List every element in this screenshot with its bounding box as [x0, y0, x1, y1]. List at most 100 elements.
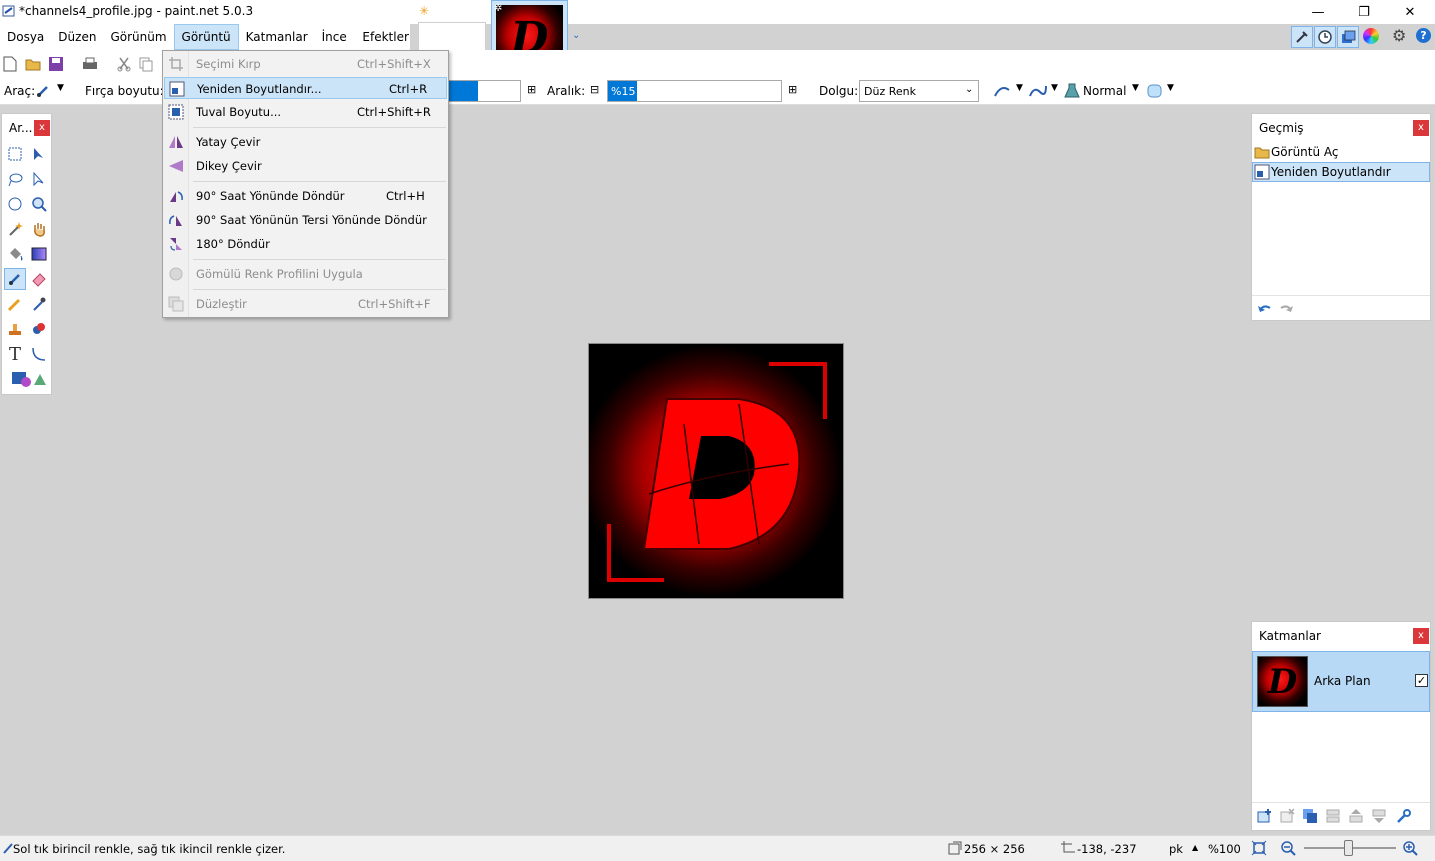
layer-row[interactable]: D Arka Plan ✓: [1252, 651, 1430, 712]
move-selection-tool-icon[interactable]: [28, 168, 50, 190]
copy-icon[interactable]: [138, 56, 154, 72]
close-button[interactable]: ✕: [1387, 0, 1433, 24]
zoom-slider-thumb[interactable]: [1344, 840, 1353, 856]
menu-item-flip-vertical[interactable]: Dikey Çevir: [164, 155, 447, 177]
help-icon[interactable]: ?: [1416, 28, 1431, 43]
move-layer-up-icon[interactable]: [1348, 808, 1364, 824]
menu-item-flip-horizontal[interactable]: Yatay Çevir: [164, 131, 447, 153]
ellipse-select-tool-icon[interactable]: [4, 193, 26, 215]
crop-icon: [169, 57, 183, 71]
spacing-decrease-icon[interactable]: ⊟: [590, 83, 599, 96]
menu-dosya[interactable]: Dosya: [0, 24, 51, 50]
history-toggle-icon[interactable]: [1314, 26, 1336, 48]
blend-mode-icon[interactable]: [1064, 82, 1080, 100]
maximize-button[interactable]: ❐: [1341, 0, 1387, 24]
tool-chevron-icon[interactable]: ▼: [57, 83, 64, 93]
gradient-tool-icon[interactable]: [28, 243, 50, 265]
menu-ince-ayar[interactable]: İnce Ayar: [315, 24, 356, 70]
menu-item-rotate-180[interactable]: 180° Döndür: [164, 233, 447, 255]
lasso-select-tool-icon[interactable]: [4, 168, 26, 190]
clone-stamp-tool-icon[interactable]: [4, 318, 26, 340]
add-layer-icon[interactable]: [1256, 808, 1272, 824]
settings-gear-icon[interactable]: ⚙: [1392, 26, 1406, 45]
pencil-tool-icon[interactable]: [4, 293, 26, 315]
menu-item-canvas-size[interactable]: Tuval Boyutu... Ctrl+Shift+R: [164, 101, 447, 123]
history-item[interactable]: Görüntü Aç: [1252, 142, 1430, 162]
menu-goruntu[interactable]: Görüntü: [173, 24, 239, 50]
magic-wand-tool-icon[interactable]: [4, 218, 26, 240]
blend-chevron-icon[interactable]: ▼: [1132, 83, 1139, 93]
merge-layer-down-icon[interactable]: [1325, 808, 1341, 824]
new-file-icon[interactable]: [3, 56, 17, 72]
selection-mode-chevron-icon[interactable]: ▼: [1167, 83, 1174, 93]
layers-panel-close-button[interactable]: x: [1413, 628, 1429, 644]
menu-katmanlar[interactable]: Katmanlar: [239, 24, 315, 50]
paintbrush-tool-icon[interactable]: [4, 268, 26, 290]
rectangle-select-tool-icon[interactable]: [4, 143, 26, 165]
shapes-tool-icon[interactable]: [8, 368, 48, 390]
zoom-value[interactable]: %100: [1208, 842, 1241, 856]
zoom-tool-icon[interactable]: [28, 193, 50, 215]
paint-bucket-tool-icon[interactable]: [4, 243, 26, 265]
undo-icon[interactable]: [1256, 302, 1272, 316]
tab-list-chevron-icon[interactable]: ⌄: [572, 30, 580, 41]
minimize-button[interactable]: —: [1295, 0, 1341, 24]
unit-chevron-icon[interactable]: ▲: [1192, 843, 1198, 852]
unit-selector[interactable]: pk: [1169, 842, 1183, 856]
menu-item-crop-to-selection[interactable]: Seçimi Kırp Ctrl+Shift+X: [164, 53, 447, 75]
spacing-slider[interactable]: %15: [607, 80, 782, 102]
pan-tool-icon[interactable]: [28, 218, 50, 240]
eraser-tool-icon[interactable]: [28, 268, 50, 290]
antialiasing-chevron-icon[interactable]: ▼: [1016, 83, 1023, 93]
recolor-tool-icon[interactable]: [28, 318, 50, 340]
cut-icon[interactable]: [116, 56, 132, 72]
layers-toggle-icon[interactable]: [1337, 26, 1359, 48]
menu-item-flatten[interactable]: Düzleştir Ctrl+Shift+F: [164, 293, 447, 315]
spacing-increase-icon[interactable]: ⊞: [788, 83, 797, 96]
fill-chevron-icon: ⌄: [965, 84, 974, 95]
fill-select[interactable]: Düz Renk ⌄: [859, 80, 979, 102]
colors-toggle-icon[interactable]: [1363, 28, 1379, 44]
menu-efektler[interactable]: Efektler: [355, 24, 416, 50]
tools-toggle-icon[interactable]: [1291, 26, 1313, 48]
redo-icon[interactable]: [1279, 302, 1295, 316]
menu-item-rotate-cw[interactable]: 90° Saat Yönünde Döndür Ctrl+H: [164, 185, 447, 207]
zoom-out-icon[interactable]: [1280, 840, 1296, 856]
window-title: *channels4_profile.jpg - paint.net 5.0.3: [19, 4, 254, 18]
history-item-selected[interactable]: Yeniden Boyutlandır: [1252, 162, 1430, 182]
canvas-image[interactable]: [588, 343, 844, 599]
menu-gorunum[interactable]: Görünüm: [103, 24, 173, 50]
blend-mode-value[interactable]: Normal: [1083, 84, 1126, 98]
line-curve-tool-icon[interactable]: [28, 343, 50, 365]
menu-item-shortcut: Ctrl+H: [386, 189, 425, 203]
antialiasing-icon[interactable]: [993, 82, 1013, 100]
color-picker-tool-icon[interactable]: [28, 293, 50, 315]
zoom-in-icon[interactable]: [1402, 840, 1418, 856]
layer-properties-icon[interactable]: [1395, 808, 1411, 824]
delete-layer-icon[interactable]: [1279, 808, 1295, 824]
menu-duzen[interactable]: Düzen: [51, 24, 103, 50]
print-icon[interactable]: [82, 56, 98, 72]
duplicate-layer-icon[interactable]: [1302, 808, 1318, 824]
tools-panel-close-button[interactable]: x: [34, 120, 50, 136]
alpha-chevron-icon[interactable]: ▼: [1051, 83, 1058, 93]
layer-visibility-checkbox[interactable]: ✓: [1415, 674, 1428, 687]
zoom-to-window-icon[interactable]: [1251, 840, 1267, 856]
menu-item-label: Tuval Boyutu...: [196, 105, 282, 119]
move-selected-tool-icon[interactable]: [28, 143, 50, 165]
paintbrush-icon[interactable]: [35, 83, 53, 99]
menu-item-rotate-ccw[interactable]: 90° Saat Yönünün Tersi Yönünde Döndür: [164, 209, 447, 231]
layers-panel-title: Katmanlar: [1259, 629, 1321, 643]
menu-item-apply-color-profile[interactable]: Gömülü Renk Profilini Uygula: [164, 263, 447, 285]
brush-size-increase-icon[interactable]: ⊞: [527, 83, 536, 96]
text-tool-icon[interactable]: T: [4, 343, 26, 365]
history-panel-close-button[interactable]: x: [1413, 120, 1429, 136]
menu-item-resize[interactable]: Yeniden Boyutlandır... Ctrl+R: [164, 77, 447, 99]
menu-separator: [193, 181, 446, 182]
open-folder-icon[interactable]: [25, 56, 41, 72]
selection-mode-icon[interactable]: [1146, 82, 1164, 100]
alpha-blending-icon[interactable]: [1028, 82, 1048, 100]
move-layer-down-icon[interactable]: [1371, 808, 1387, 824]
save-icon[interactable]: [48, 56, 64, 72]
brush-size-slider[interactable]: [448, 80, 521, 102]
